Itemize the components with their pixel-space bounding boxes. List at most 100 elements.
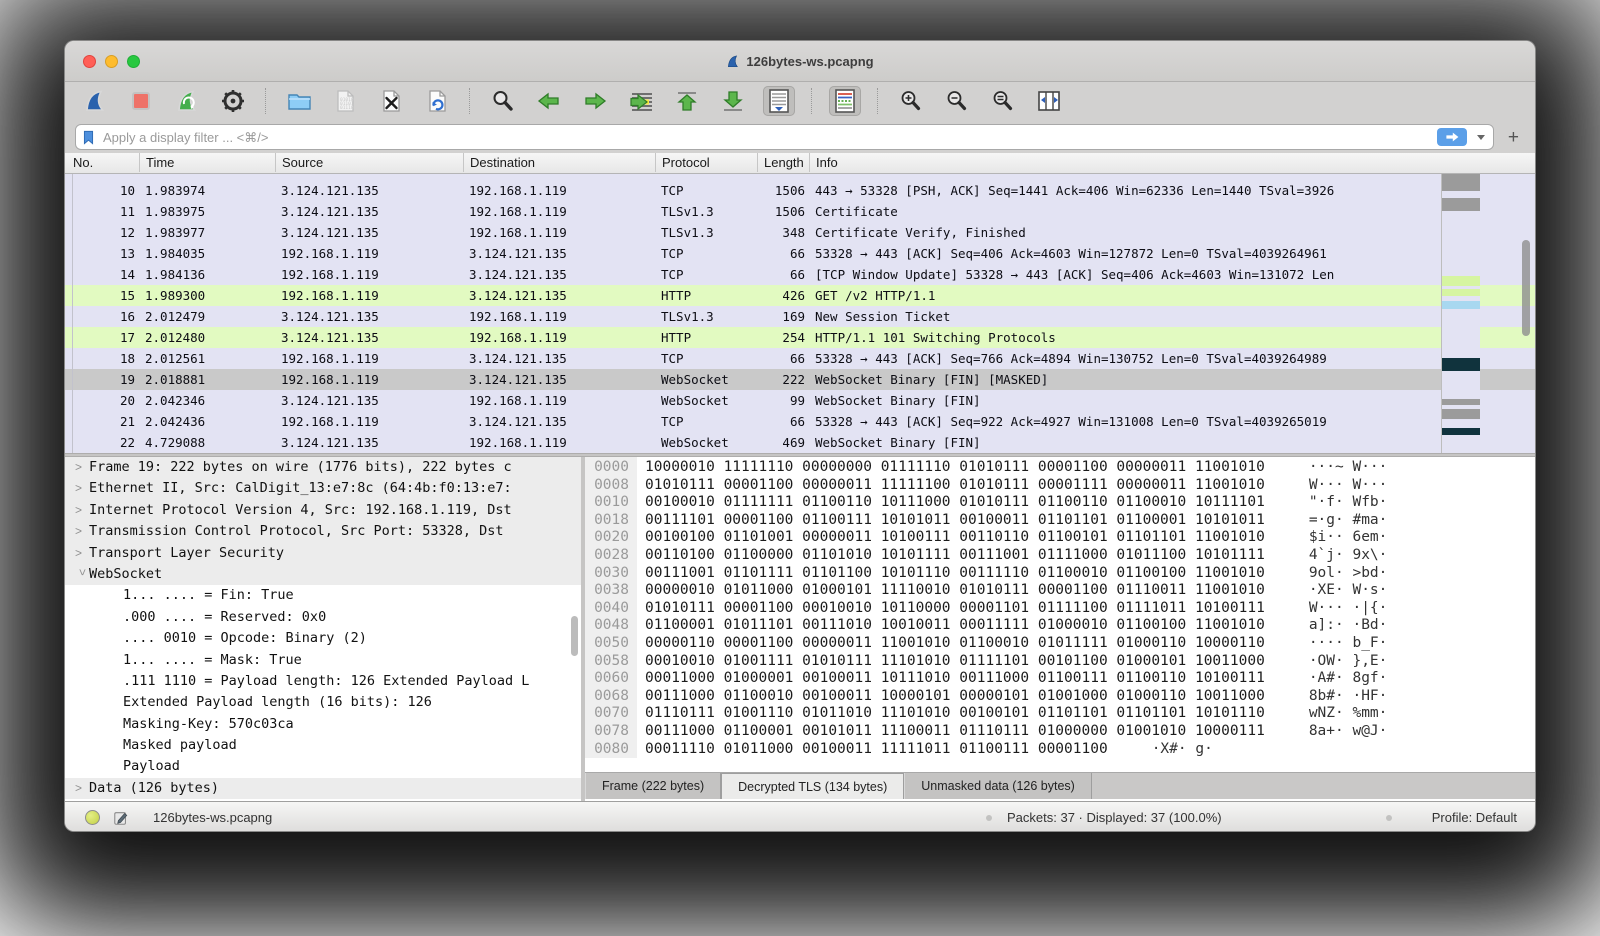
packet-row[interactable]: 182.012561192.168.1.1193.124.121.135TCP6… (65, 348, 1535, 369)
restart-capture-button[interactable] (171, 86, 203, 116)
bytes-row[interactable]: 007800111000 01100001 00101011 11100011 … (585, 723, 1387, 741)
packet-row[interactable]: 151.989300192.168.1.1193.124.121.135HTTP… (65, 285, 1535, 306)
bytes-row[interactable]: 002000100100 01101001 00000011 10100111 … (585, 529, 1387, 547)
bytes-row[interactable]: 002800110100 01100000 01101010 10101111 … (585, 547, 1387, 565)
go-last-button[interactable] (717, 86, 749, 116)
detail-row[interactable]: >Masking-Key: 570c03ca (65, 714, 581, 735)
packet-row[interactable]: 192.018881192.168.1.1193.124.121.135WebS… (65, 369, 1535, 390)
expander-icon[interactable]: > (75, 778, 89, 799)
detail-row[interactable]: >Internet Protocol Version 4, Src: 192.1… (65, 500, 581, 521)
packet-row[interactable]: 224.7290883.124.121.135192.168.1.119WebS… (65, 432, 1535, 453)
expander-icon[interactable]: > (75, 521, 89, 542)
status-profile[interactable]: Profile: Default (1432, 810, 1517, 825)
detail-row[interactable]: >Data (126 bytes) (65, 778, 581, 799)
column-header-source[interactable]: Source (275, 153, 463, 172)
packet-row[interactable]: 202.0423463.124.121.135192.168.1.119WebS… (65, 390, 1535, 411)
column-header-protocol[interactable]: Protocol (655, 153, 757, 172)
bytes-row[interactable]: 001800111101 00001100 01100111 10101011 … (585, 512, 1387, 530)
expander-icon[interactable]: > (75, 500, 89, 521)
packet-detail-pane[interactable]: >Frame 19: 222 bytes on wire (1776 bits)… (65, 457, 581, 801)
title-bar[interactable]: 126bytes-ws.pcapng (65, 41, 1535, 82)
expander-icon[interactable]: > (75, 457, 89, 478)
detail-row[interactable]: >Transport Layer Security (65, 543, 581, 564)
intelligent-scrollbar-minimap[interactable] (1441, 174, 1480, 453)
add-filter-button[interactable]: + (1502, 128, 1525, 147)
expander-icon[interactable]: > (71, 569, 92, 583)
detail-row[interactable]: >.000 .... = Reserved: 0x0 (65, 607, 581, 628)
detail-row[interactable]: >Extended Payload length (16 bits): 126 (65, 692, 581, 713)
detail-row[interactable]: >Transmission Control Protocol, Src Port… (65, 521, 581, 542)
detail-row[interactable]: >Payload (65, 756, 581, 777)
column-header-length[interactable]: Length (757, 153, 809, 172)
bytes-row[interactable]: 004001010111 00001100 00010010 10110000 … (585, 600, 1387, 618)
packet-list-scrollbar[interactable] (1522, 240, 1530, 336)
detail-row[interactable]: >WebSocket (65, 564, 581, 585)
stop-capture-button[interactable] (125, 86, 157, 116)
packet-row[interactable]: 101.9839743.124.121.135192.168.1.119TCP1… (65, 180, 1535, 201)
apply-filter-button[interactable] (1437, 128, 1467, 146)
go-to-packet-button[interactable] (625, 86, 657, 116)
packet-row[interactable]: 141.984136192.168.1.1193.124.121.135TCP6… (65, 264, 1535, 285)
go-forward-button[interactable] (579, 86, 611, 116)
packet-bytes-pane[interactable]: 000010000010 11111110 00000000 01111110 … (585, 457, 1536, 801)
column-header-destination[interactable]: Destination (463, 153, 655, 172)
packet-row[interactable]: 162.0124793.124.121.135192.168.1.119TLSv… (65, 306, 1535, 327)
bytes-row[interactable]: 007001110111 01001110 01011010 11101010 … (585, 705, 1387, 723)
capture-comment-icon[interactable] (113, 810, 129, 826)
bytes-row[interactable]: 006800111000 01100010 00100011 10000101 … (585, 688, 1387, 706)
detail-row[interactable]: >Ethernet II, Src: CalDigit_13:e7:8c (64… (65, 478, 581, 499)
detail-pane-scrollbar[interactable] (571, 616, 578, 656)
resize-columns-button[interactable] (1033, 86, 1065, 116)
byte-view-tab[interactable]: Frame (222 bytes) (585, 773, 721, 799)
column-header-no[interactable]: No. (65, 153, 139, 172)
bytes-row[interactable]: 001000100010 01111111 01100110 10111000 … (585, 494, 1387, 512)
filter-bookmark-icon[interactable] (82, 130, 95, 145)
packet-row[interactable]: 131.984035192.168.1.1193.124.121.135TCP6… (65, 243, 1535, 264)
packet-list-header[interactable]: No. Time Source Destination Protocol Len… (65, 153, 1535, 174)
reload-file-button[interactable] (421, 86, 453, 116)
bytes-row[interactable]: 008000011110 01011000 00100011 11111011 … (585, 741, 1387, 759)
bytes-row[interactable]: 003800000010 01011000 01000101 11110010 … (585, 582, 1387, 600)
find-packet-button[interactable] (487, 86, 519, 116)
close-file-button[interactable] (375, 86, 407, 116)
start-capture-button[interactable] (79, 86, 111, 116)
detail-row[interactable]: >1... .... = Mask: True (65, 650, 581, 671)
packet-row[interactable]: 172.0124803.124.121.135192.168.1.119HTTP… (65, 327, 1535, 348)
detail-row[interactable]: >Masked payload (65, 735, 581, 756)
zoom-reset-button[interactable] (987, 86, 1019, 116)
bytes-row[interactable]: 003000111001 01101111 01101100 10101110 … (585, 565, 1387, 583)
expander-icon[interactable]: > (75, 478, 89, 499)
filter-history-dropdown[interactable] (1477, 135, 1485, 140)
save-file-button[interactable]: 010100110101110 (329, 86, 361, 116)
colorize-button[interactable] (829, 86, 861, 116)
byte-view-tab[interactable]: Decrypted TLS (134 bytes) (721, 773, 904, 799)
bytes-row[interactable]: 000010000010 11111110 00000000 01111110 … (585, 459, 1387, 477)
expert-info-icon[interactable] (85, 810, 100, 825)
bytes-row[interactable]: 006000011000 01000001 00100011 10111010 … (585, 670, 1387, 688)
bytes-row[interactable]: 000801010111 00001100 00000011 11111100 … (585, 477, 1387, 495)
detail-row[interactable]: >.... 0010 = Opcode: Binary (2) (65, 628, 581, 649)
detail-row[interactable]: >.111 1110 = Payload length: 126 Extende… (65, 671, 581, 692)
capture-options-button[interactable] (217, 86, 249, 116)
bytes-row[interactable]: 005800010010 01001111 01010111 11101010 … (585, 653, 1387, 671)
bytes-rows[interactable]: 000010000010 11111110 00000000 01111110 … (585, 459, 1387, 758)
packet-row[interactable]: 121.9839773.124.121.135192.168.1.119TLSv… (65, 222, 1535, 243)
go-first-button[interactable] (671, 86, 703, 116)
go-back-button[interactable] (533, 86, 565, 116)
display-filter-input[interactable] (101, 129, 1431, 146)
column-header-info[interactable]: Info (809, 153, 1535, 172)
auto-scroll-button[interactable] (763, 86, 795, 116)
open-file-button[interactable] (283, 86, 315, 116)
display-filter-field[interactable] (75, 124, 1494, 150)
expander-icon[interactable]: > (75, 543, 89, 564)
packet-row[interactable]: 111.9839753.124.121.135192.168.1.119TLSv… (65, 201, 1535, 222)
packet-row[interactable]: 212.042436192.168.1.1193.124.121.135TCP6… (65, 411, 1535, 432)
packet-list[interactable]: 101.9839743.124.121.135192.168.1.119TCP1… (65, 174, 1535, 453)
detail-row[interactable]: >Frame 19: 222 bytes on wire (1776 bits)… (65, 457, 581, 478)
zoom-out-button[interactable] (941, 86, 973, 116)
detail-row[interactable]: >1... .... = Fin: True (65, 585, 581, 606)
byte-view-tab[interactable]: Unmasked data (126 bytes) (904, 773, 1092, 799)
bytes-row[interactable]: 004801100001 01011101 00111010 10010011 … (585, 617, 1387, 635)
bytes-row[interactable]: 005000000110 00001100 00000011 11001010 … (585, 635, 1387, 653)
zoom-in-button[interactable] (895, 86, 927, 116)
